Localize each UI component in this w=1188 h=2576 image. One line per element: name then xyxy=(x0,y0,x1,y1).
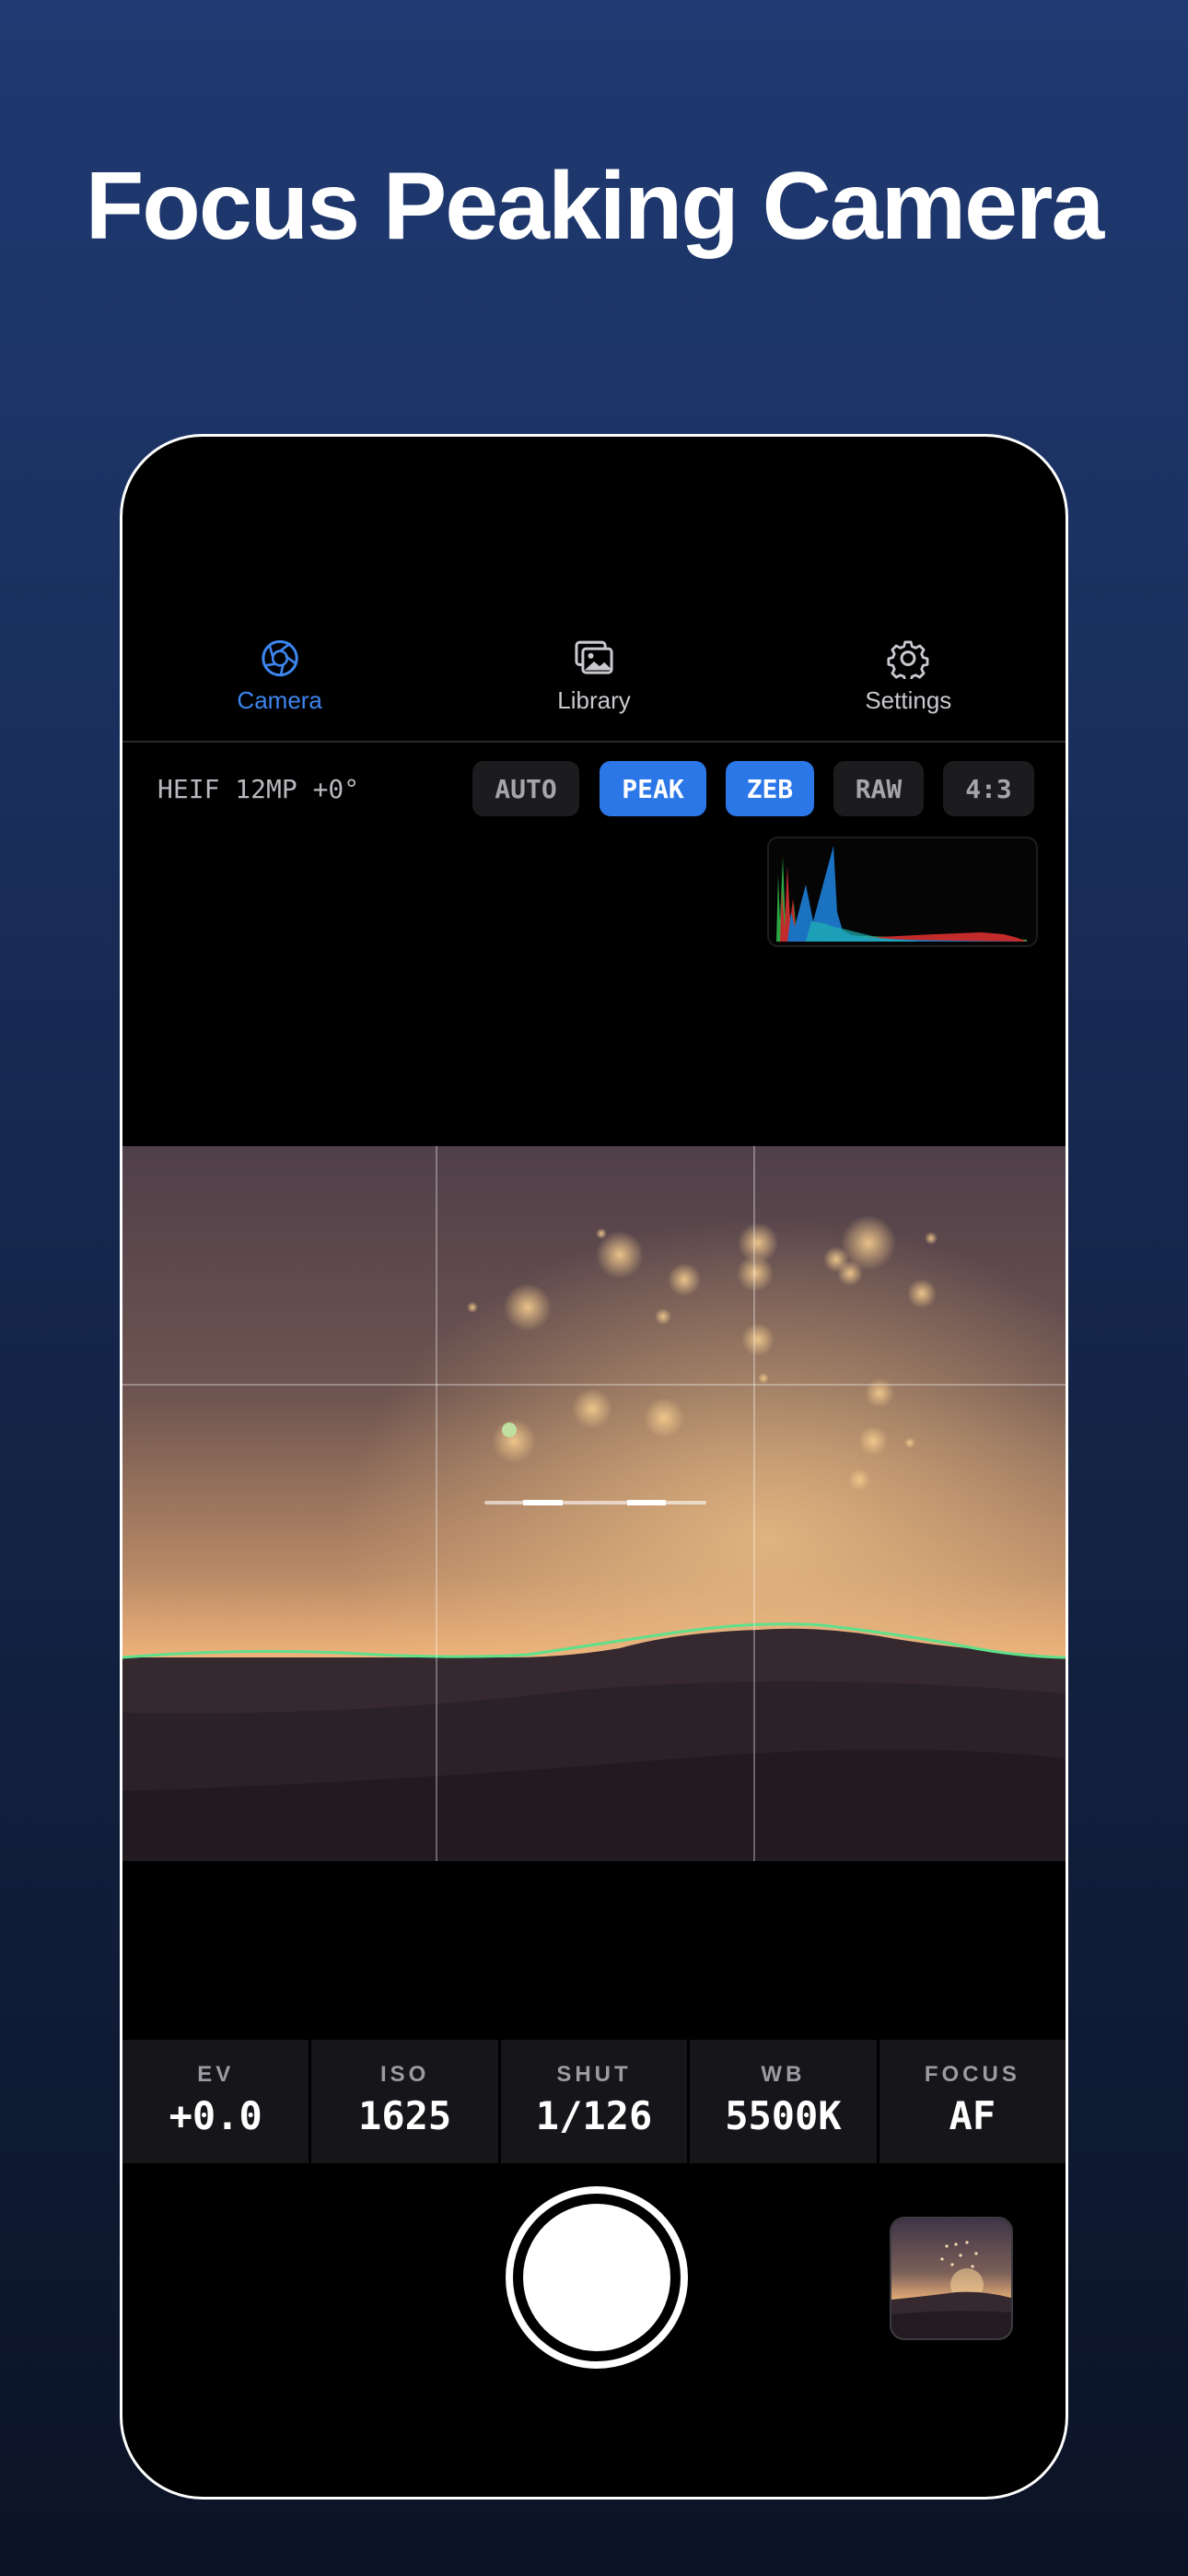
iso-control[interactable]: ISO 1625 xyxy=(311,2040,498,2163)
tab-camera[interactable]: Camera xyxy=(122,638,437,715)
tab-library[interactable]: Library xyxy=(437,638,751,715)
photo-stack-icon xyxy=(575,640,613,674)
phone-frame: Camera Library Settings HEIF 12MP +0° AU… xyxy=(120,434,1068,2500)
focus-control[interactable]: FOCUS AF xyxy=(879,2040,1066,2163)
shutter-button[interactable] xyxy=(506,2186,688,2369)
peak-toggle[interactable]: PEAK xyxy=(600,761,706,816)
white-balance-value: 5500K xyxy=(725,2093,842,2138)
histogram xyxy=(767,837,1038,947)
iso-label: ISO xyxy=(379,2062,430,2087)
zebra-toggle[interactable]: ZEB xyxy=(726,761,814,816)
tab-divider xyxy=(122,741,1066,743)
focus-label: FOCUS xyxy=(924,2062,1020,2087)
tab-settings[interactable]: Settings xyxy=(751,638,1066,715)
focus-value: AF xyxy=(949,2093,996,2138)
tab-library-label: Library xyxy=(557,686,631,714)
tab-settings-label: Settings xyxy=(865,686,952,714)
shutter-button-inner xyxy=(523,2204,670,2351)
ev-value: +0.0 xyxy=(169,2093,262,2138)
shutter-speed-label: SHUT xyxy=(556,2062,632,2087)
viewfinder[interactable] xyxy=(122,1146,1066,1861)
iso-value: 1625 xyxy=(358,2093,452,2138)
exposure-strip: EV +0.0 ISO 1625 SHUT 1/126 WB 5500K FOC… xyxy=(122,2040,1066,2163)
auto-toggle[interactable]: AUTO xyxy=(472,761,579,816)
gear-icon xyxy=(887,640,929,679)
format-info: HEIF 12MP +0° xyxy=(157,774,360,804)
shutter-speed-value: 1/126 xyxy=(535,2093,653,2138)
last-photo-thumbnail[interactable] xyxy=(890,2217,1013,2340)
white-balance-control[interactable]: WB 5500K xyxy=(690,2040,877,2163)
tab-camera-label: Camera xyxy=(237,686,322,714)
headline: Focus Peaking Camera xyxy=(85,153,1104,260)
ev-label: EV xyxy=(197,2062,235,2087)
raw-toggle[interactable]: RAW xyxy=(833,761,924,816)
white-balance-label: WB xyxy=(761,2062,806,2087)
aspect-ratio-toggle[interactable]: 4:3 xyxy=(943,761,1034,816)
shutter-speed-control[interactable]: SHUT 1/126 xyxy=(500,2040,688,2163)
ev-control[interactable]: EV +0.0 xyxy=(122,2040,309,2163)
status-row: HEIF 12MP +0° AUTO PEAK ZEB RAW 4:3 xyxy=(122,761,1066,818)
aperture-icon xyxy=(261,639,298,677)
tab-bar: Camera Library Settings xyxy=(122,638,1066,715)
